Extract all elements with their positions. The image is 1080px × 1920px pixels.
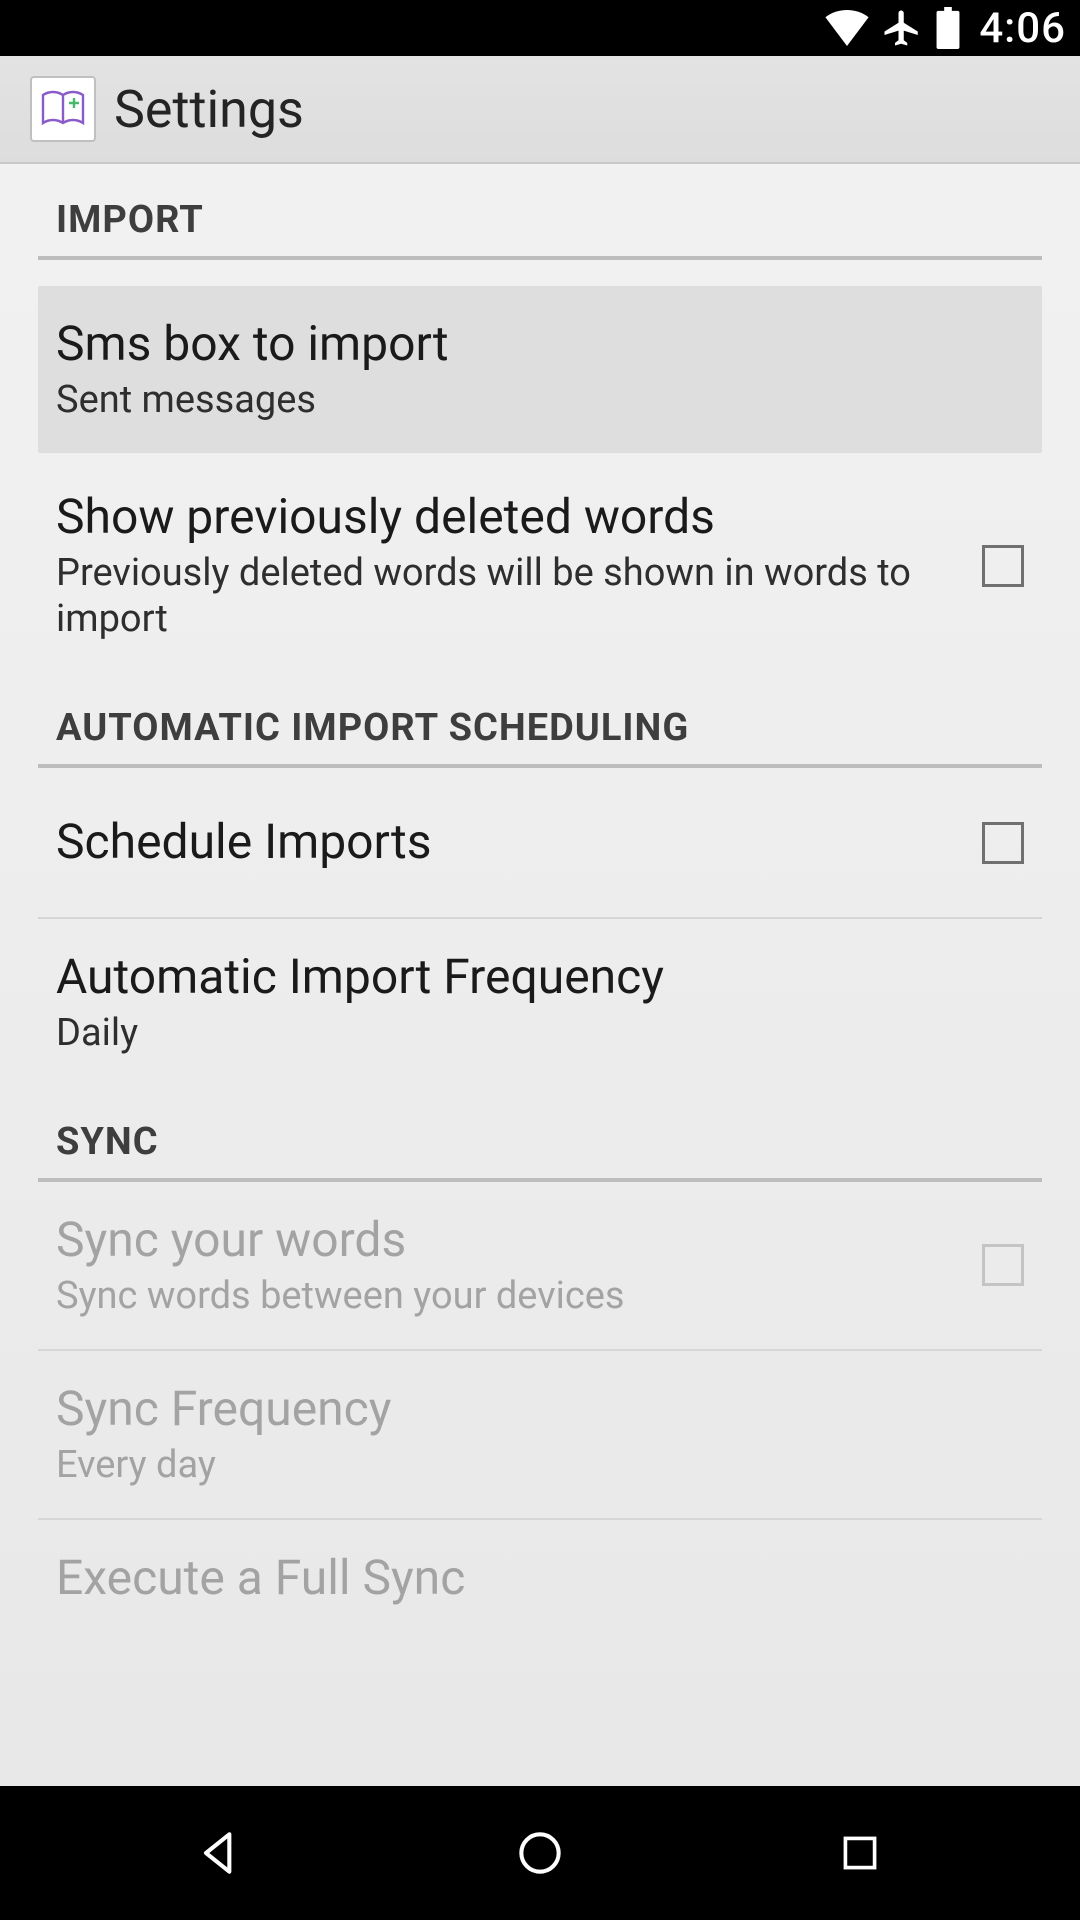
- pref-sync-frequency[interactable]: Sync Frequency Every day: [0, 1351, 1080, 1518]
- pref-texts: Sync Frequency Every day: [56, 1381, 1024, 1488]
- pref-summary: Sent messages: [56, 377, 1024, 423]
- checkbox[interactable]: [982, 1244, 1024, 1286]
- pref-auto-import-frequency[interactable]: Automatic Import Frequency Daily: [0, 919, 1080, 1086]
- pref-texts: Execute a Full Sync: [56, 1550, 1024, 1607]
- pref-title: Schedule Imports: [56, 814, 942, 871]
- battery-icon: [935, 7, 961, 49]
- pref-title: Automatic Import Frequency: [56, 949, 1024, 1006]
- home-button[interactable]: [500, 1813, 580, 1893]
- pref-texts: Automatic Import Frequency Daily: [56, 949, 1024, 1056]
- pref-sync-words[interactable]: Sync your words Sync words between your …: [0, 1182, 1080, 1349]
- pref-summary: Every day: [56, 1442, 1024, 1488]
- checkbox[interactable]: [982, 822, 1024, 864]
- screen: 4:06 Settings IMPORT Sms box to import S…: [0, 0, 1080, 1920]
- back-button[interactable]: [180, 1813, 260, 1893]
- pref-schedule-imports[interactable]: Schedule Imports: [0, 768, 1080, 917]
- pref-show-deleted-words[interactable]: Show previously deleted words Previously…: [0, 459, 1080, 672]
- pref-texts: Sync your words Sync words between your …: [56, 1212, 942, 1319]
- status-bar: 4:06: [0, 0, 1080, 56]
- section-header-sync: SYNC: [0, 1086, 1080, 1178]
- checkbox[interactable]: [982, 545, 1024, 587]
- navigation-bar: [0, 1786, 1080, 1920]
- wifi-icon: [825, 10, 869, 46]
- page-title: Settings: [114, 79, 304, 140]
- pref-summary: Previously deleted words will be shown i…: [56, 550, 942, 643]
- divider: [38, 256, 1042, 260]
- app-area: Settings IMPORT Sms box to import Sent m…: [0, 56, 1080, 1786]
- pref-texts: Sms box to import Sent messages: [56, 316, 1024, 423]
- pref-title: Execute a Full Sync: [56, 1550, 1024, 1607]
- action-bar: Settings: [0, 56, 1080, 164]
- pref-summary: Sync words between your devices: [56, 1273, 942, 1319]
- app-icon: [30, 76, 96, 142]
- pref-texts: Schedule Imports: [56, 814, 942, 871]
- recent-apps-button[interactable]: [820, 1813, 900, 1893]
- section-header-import: IMPORT: [0, 164, 1080, 256]
- pref-title: Sync Frequency: [56, 1381, 1024, 1438]
- pref-title: Sync your words: [56, 1212, 942, 1269]
- pref-title: Show previously deleted words: [56, 489, 942, 546]
- settings-list[interactable]: IMPORT Sms box to import Sent messages S…: [0, 164, 1080, 1607]
- airplane-icon: [881, 7, 923, 49]
- pref-title: Sms box to import: [56, 316, 1024, 373]
- status-time: 4:06: [979, 4, 1066, 53]
- pref-sms-box[interactable]: Sms box to import Sent messages: [38, 286, 1042, 453]
- pref-texts: Show previously deleted words Previously…: [56, 489, 942, 642]
- pref-summary: Daily: [56, 1010, 1024, 1056]
- section-header-auto: AUTOMATIC IMPORT SCHEDULING: [0, 672, 1080, 764]
- pref-execute-full-sync[interactable]: Execute a Full Sync: [0, 1520, 1080, 1607]
